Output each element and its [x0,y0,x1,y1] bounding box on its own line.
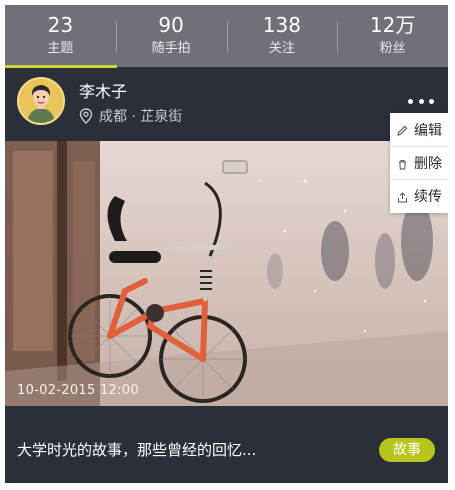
stat-label: 关注 [268,41,295,56]
post-photo[interactable]: 10-02-2015 12:00 [5,141,448,406]
share-icon [397,191,408,202]
stat-value: 12万 [369,13,416,37]
stat-value: 138 [262,13,301,37]
location-row: 成都 · 芷泉街 [79,106,182,126]
category-tag[interactable]: 故事 [379,438,435,462]
stat-value: 23 [47,13,74,37]
post-card: 23 主题 90 随手拍 138 关注 12万 粉丝 李木子 成都 · 芷泉街 … [5,5,448,483]
action-menu: 编辑 删除 续传 [390,113,448,213]
location-text: 成都 · 芷泉街 [99,109,183,125]
location-pin-icon [79,108,93,124]
bicycle-photo [5,141,448,406]
pencil-icon [397,124,408,136]
edit-label: 编辑 [414,122,442,139]
more-options-button[interactable] [408,96,434,106]
stat-label: 主题 [47,41,74,56]
trash-icon [397,158,408,169]
stat-label: 随手拍 [151,41,191,56]
stat-value: 90 [158,13,184,37]
edit-menu-item[interactable]: 编辑 [390,113,448,146]
share-label: 续传 [414,189,442,205]
share-menu-item[interactable]: 续传 [390,179,448,212]
stats-bar: 23 主题 90 随手拍 138 关注 12万 粉丝 [5,5,448,68]
caption-bar: 大学时光的故事，那些曾经的回忆... 故事 [5,406,448,483]
post-caption[interactable]: 大学时光的故事，那些曾经的回忆... [17,439,256,460]
dot-icon [418,98,424,104]
photo-timestamp: 10-02-2015 12:00 [17,383,139,398]
stat-snapshots[interactable]: 90 随手拍 [115,5,227,67]
profile-header: 李木子 成都 · 芷泉街 [5,68,448,141]
user-name: 李木子 [79,82,128,101]
dot-icon [429,98,434,104]
stat-followers[interactable]: 12万 粉丝 [337,5,448,67]
stat-label: 粉丝 [379,41,406,56]
delete-menu-item[interactable]: 删除 [390,146,448,179]
stat-following[interactable]: 138 关注 [226,5,338,67]
avatar[interactable] [17,77,65,125]
delete-label: 删除 [414,156,442,172]
dot-icon [408,98,413,104]
stat-topics[interactable]: 23 主题 [5,5,116,67]
